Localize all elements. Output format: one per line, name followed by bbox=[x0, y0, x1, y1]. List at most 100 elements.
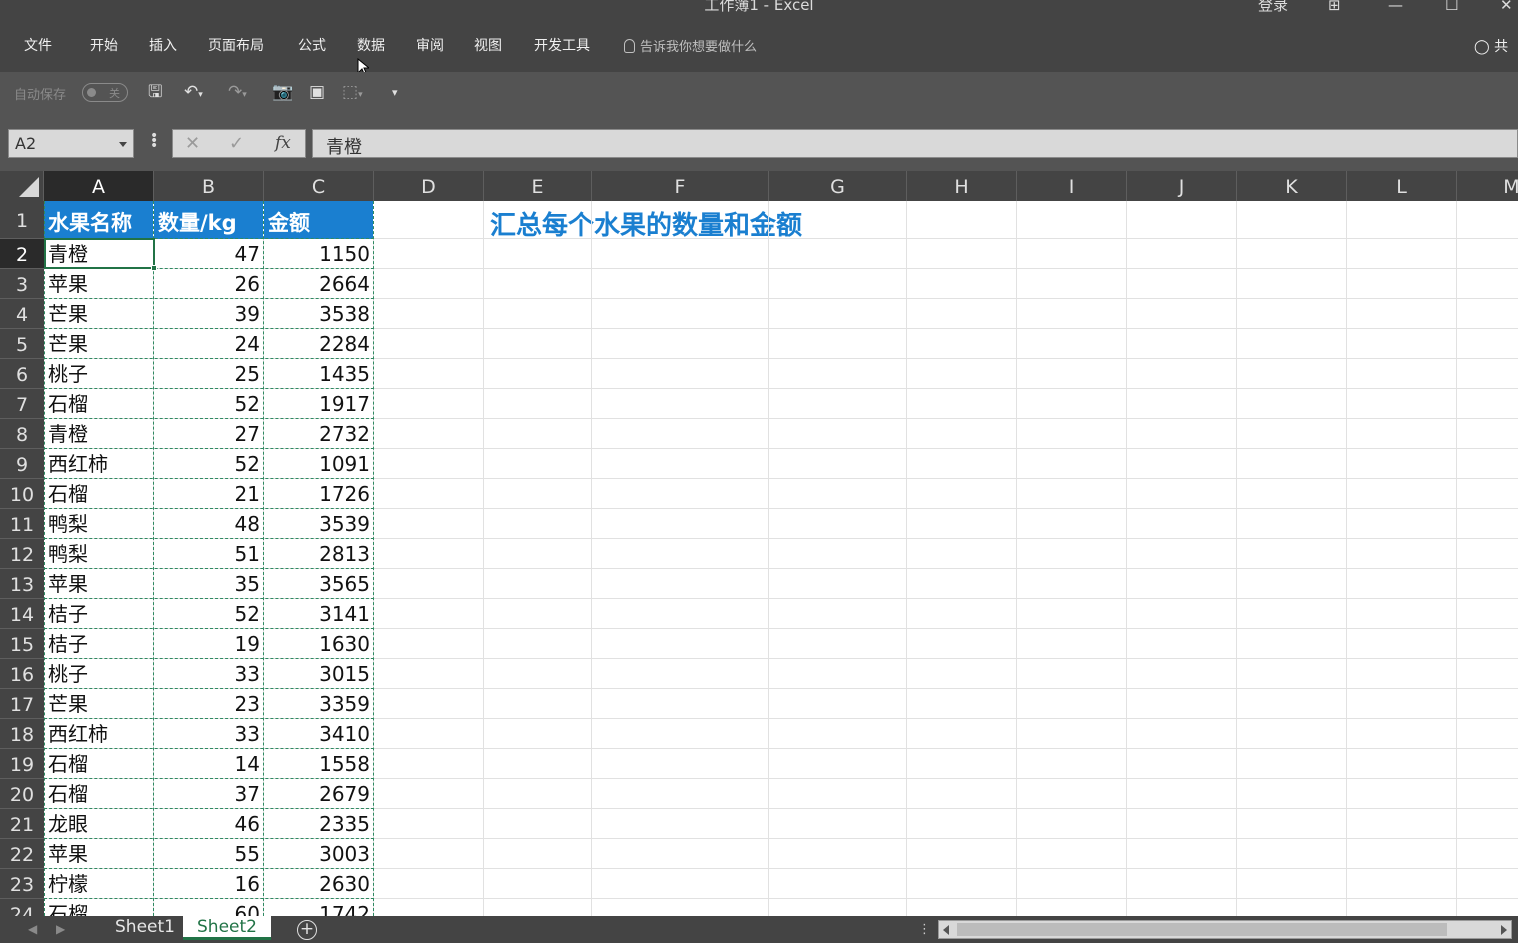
table-cell[interactable]: 26 bbox=[154, 269, 264, 299]
table-cell[interactable]: 3359 bbox=[264, 689, 374, 719]
scroll-splitter-icon[interactable]: ⋮ bbox=[918, 922, 931, 937]
row-header-17[interactable]: 17 bbox=[0, 689, 44, 719]
table-cell[interactable]: 青橙 bbox=[44, 419, 154, 449]
table-cell[interactable]: 3538 bbox=[264, 299, 374, 329]
row-header-4[interactable]: 4 bbox=[0, 299, 44, 329]
tell-me-search[interactable]: 告诉我你想要做什么 bbox=[624, 36, 757, 55]
table-cell[interactable]: 石榴 bbox=[44, 389, 154, 419]
table-cell[interactable]: 16 bbox=[154, 869, 264, 899]
close-icon[interactable]: ✕ bbox=[1500, 0, 1513, 14]
table-cell[interactable]: 桔子 bbox=[44, 599, 154, 629]
camera-icon[interactable]: 📷 bbox=[272, 84, 293, 101]
column-header-m[interactable]: M bbox=[1457, 171, 1518, 201]
table-cell[interactable]: 龙眼 bbox=[44, 809, 154, 839]
header-amount[interactable]: 金额 bbox=[264, 201, 374, 239]
autosave-toggle[interactable]: 关 bbox=[82, 83, 128, 102]
table-cell[interactable]: 2732 bbox=[264, 419, 374, 449]
table-cell[interactable]: 苹果 bbox=[44, 839, 154, 869]
table-cell[interactable]: 1558 bbox=[264, 749, 374, 779]
table-cell[interactable]: 47 bbox=[154, 239, 264, 269]
insert-function-icon[interactable]: fx bbox=[275, 133, 291, 153]
table-cell[interactable]: 石榴 bbox=[44, 749, 154, 779]
table-cell[interactable]: 39 bbox=[154, 299, 264, 329]
login-button[interactable]: 登录 bbox=[1258, 0, 1288, 15]
row-header-6[interactable]: 6 bbox=[0, 359, 44, 389]
row-header-1[interactable]: 1 bbox=[0, 201, 44, 239]
table-cell[interactable]: 52 bbox=[154, 599, 264, 629]
table-cell[interactable]: 21 bbox=[154, 479, 264, 509]
row-header-19[interactable]: 19 bbox=[0, 749, 44, 779]
undo-icon[interactable]: ↶▾ bbox=[184, 84, 203, 104]
row-header-18[interactable]: 18 bbox=[0, 719, 44, 749]
menu-review[interactable]: 审阅 bbox=[416, 35, 444, 55]
table-cell[interactable]: 3141 bbox=[264, 599, 374, 629]
table-cell[interactable]: 48 bbox=[154, 509, 264, 539]
active-cell[interactable] bbox=[44, 238, 157, 271]
redo-icon[interactable]: ↷▾ bbox=[228, 84, 247, 104]
column-header-g[interactable]: G bbox=[769, 171, 907, 201]
column-header-d[interactable]: D bbox=[374, 171, 484, 201]
table-cell[interactable]: 西红柿 bbox=[44, 449, 154, 479]
enter-icon[interactable]: ✓ bbox=[229, 133, 244, 154]
row-header-3[interactable]: 3 bbox=[0, 269, 44, 299]
prev-sheet-icon[interactable]: ◀ bbox=[28, 922, 37, 936]
ribbon-display-icon[interactable]: ⊞ bbox=[1328, 0, 1341, 14]
table-cell[interactable]: 西红柿 bbox=[44, 719, 154, 749]
menu-developer[interactable]: 开发工具 bbox=[534, 35, 590, 55]
table-cell[interactable]: 2813 bbox=[264, 539, 374, 569]
table-cell[interactable]: 46 bbox=[154, 809, 264, 839]
table-cell[interactable]: 3539 bbox=[264, 509, 374, 539]
scroll-right-icon[interactable] bbox=[1501, 925, 1507, 935]
table-cell[interactable]: 桔子 bbox=[44, 629, 154, 659]
table-cell[interactable]: 2679 bbox=[264, 779, 374, 809]
scrollbar-thumb[interactable] bbox=[957, 923, 1447, 936]
table-cell[interactable]: 芒果 bbox=[44, 689, 154, 719]
table-cell[interactable]: 3003 bbox=[264, 839, 374, 869]
table-cell[interactable]: 23 bbox=[154, 689, 264, 719]
header-fruit-name[interactable]: 水果名称 bbox=[44, 201, 154, 239]
scroll-left-icon[interactable] bbox=[943, 925, 949, 935]
column-header-i[interactable]: I bbox=[1017, 171, 1127, 201]
row-header-5[interactable]: 5 bbox=[0, 329, 44, 359]
column-header-l[interactable]: L bbox=[1347, 171, 1457, 201]
name-box[interactable]: A2 bbox=[8, 129, 134, 158]
horizontal-scrollbar[interactable] bbox=[938, 920, 1512, 939]
table-cell[interactable]: 石榴 bbox=[44, 479, 154, 509]
table-cell[interactable]: 19 bbox=[154, 629, 264, 659]
table-cell[interactable]: 35 bbox=[154, 569, 264, 599]
table-cell[interactable]: 柠檬 bbox=[44, 869, 154, 899]
table-cell[interactable]: 33 bbox=[154, 719, 264, 749]
table-cell[interactable]: 石榴 bbox=[44, 899, 154, 916]
row-header-23[interactable]: 23 bbox=[0, 869, 44, 899]
sheet-tab-sheet2[interactable]: Sheet2 bbox=[183, 916, 271, 940]
table-cell[interactable]: 石榴 bbox=[44, 779, 154, 809]
table-cell[interactable]: 1435 bbox=[264, 359, 374, 389]
row-header-16[interactable]: 16 bbox=[0, 659, 44, 689]
column-header-j[interactable]: J bbox=[1127, 171, 1237, 201]
row-header-15[interactable]: 15 bbox=[0, 629, 44, 659]
row-header-2[interactable]: 2 bbox=[0, 239, 44, 269]
table-cell[interactable]: 芒果 bbox=[44, 299, 154, 329]
row-header-7[interactable]: 7 bbox=[0, 389, 44, 419]
add-sheet-icon[interactable]: + bbox=[297, 920, 317, 940]
table-cell[interactable]: 1917 bbox=[264, 389, 374, 419]
instruction-note[interactable]: 汇总每个水果的数量和金额 bbox=[490, 205, 802, 242]
column-header-k[interactable]: K bbox=[1237, 171, 1347, 201]
minimize-icon[interactable]: — bbox=[1388, 0, 1403, 14]
table-cell[interactable]: 55 bbox=[154, 839, 264, 869]
table-cell[interactable]: 27 bbox=[154, 419, 264, 449]
column-header-c[interactable]: C bbox=[264, 171, 374, 201]
maximize-icon[interactable]: ☐ bbox=[1445, 0, 1458, 14]
row-header-24[interactable]: 24 bbox=[0, 899, 44, 916]
table-cell[interactable]: 3015 bbox=[264, 659, 374, 689]
header-quantity[interactable]: 数量/kg bbox=[154, 201, 264, 239]
column-header-h[interactable]: H bbox=[907, 171, 1017, 201]
table-cell[interactable]: 1726 bbox=[264, 479, 374, 509]
menu-insert[interactable]: 插入 bbox=[149, 35, 177, 55]
form-icon[interactable]: ▣ bbox=[309, 84, 325, 101]
selection-icon[interactable]: ⬚▾ bbox=[342, 84, 363, 104]
cancel-icon[interactable]: ✕ bbox=[185, 133, 200, 154]
row-header-11[interactable]: 11 bbox=[0, 509, 44, 539]
menu-file[interactable]: 文件 bbox=[24, 35, 52, 55]
table-cell[interactable]: 24 bbox=[154, 329, 264, 359]
